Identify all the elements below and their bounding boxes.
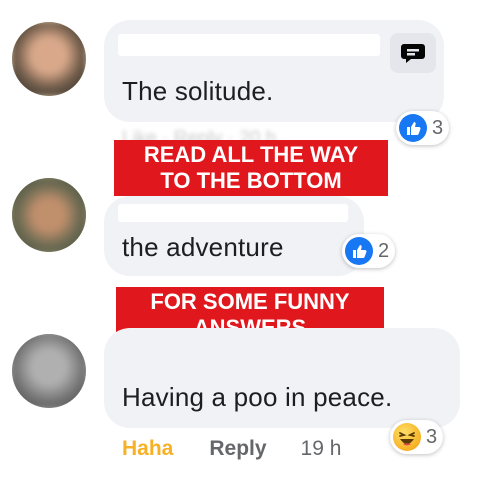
overlay-line: READ ALL THE WAY bbox=[143, 142, 359, 167]
comment-options-button[interactable] bbox=[390, 33, 436, 73]
reaction-count: 3 bbox=[426, 425, 438, 448]
comment-text: The solitude. bbox=[122, 76, 274, 106]
reaction-summary[interactable]: 3 bbox=[396, 111, 450, 145]
overlay-line: FOR SOME FUNNY bbox=[150, 289, 350, 314]
overlay-line: TO THE BOTTOM bbox=[160, 168, 342, 193]
reply-button[interactable]: Reply bbox=[209, 437, 266, 461]
timestamp[interactable]: 19 h bbox=[301, 437, 342, 461]
reaction-summary[interactable]: 3 bbox=[390, 420, 444, 454]
avatar[interactable] bbox=[12, 334, 86, 408]
overlay-banner: READ ALL THE WAY TO THE BOTTOM bbox=[114, 140, 388, 196]
reaction-count: 3 bbox=[432, 116, 444, 139]
avatar[interactable] bbox=[12, 178, 86, 252]
comment-text: Having a poo in peace. bbox=[122, 382, 393, 412]
redacted-author-name bbox=[118, 34, 380, 56]
like-icon bbox=[399, 114, 427, 142]
like-icon bbox=[345, 237, 373, 265]
haha-reaction-button[interactable]: Haha bbox=[122, 437, 173, 461]
chat-bubble-icon bbox=[401, 44, 425, 63]
avatar[interactable] bbox=[12, 22, 86, 96]
reaction-summary[interactable]: 2 bbox=[342, 234, 396, 268]
comment-bubble bbox=[104, 328, 460, 428]
redacted-author-name bbox=[118, 204, 348, 222]
comment-actions: Haha Reply 19 h bbox=[122, 437, 341, 461]
reaction-count: 2 bbox=[378, 239, 390, 262]
comment-text: the adventure bbox=[122, 232, 284, 262]
haha-icon bbox=[393, 423, 421, 451]
